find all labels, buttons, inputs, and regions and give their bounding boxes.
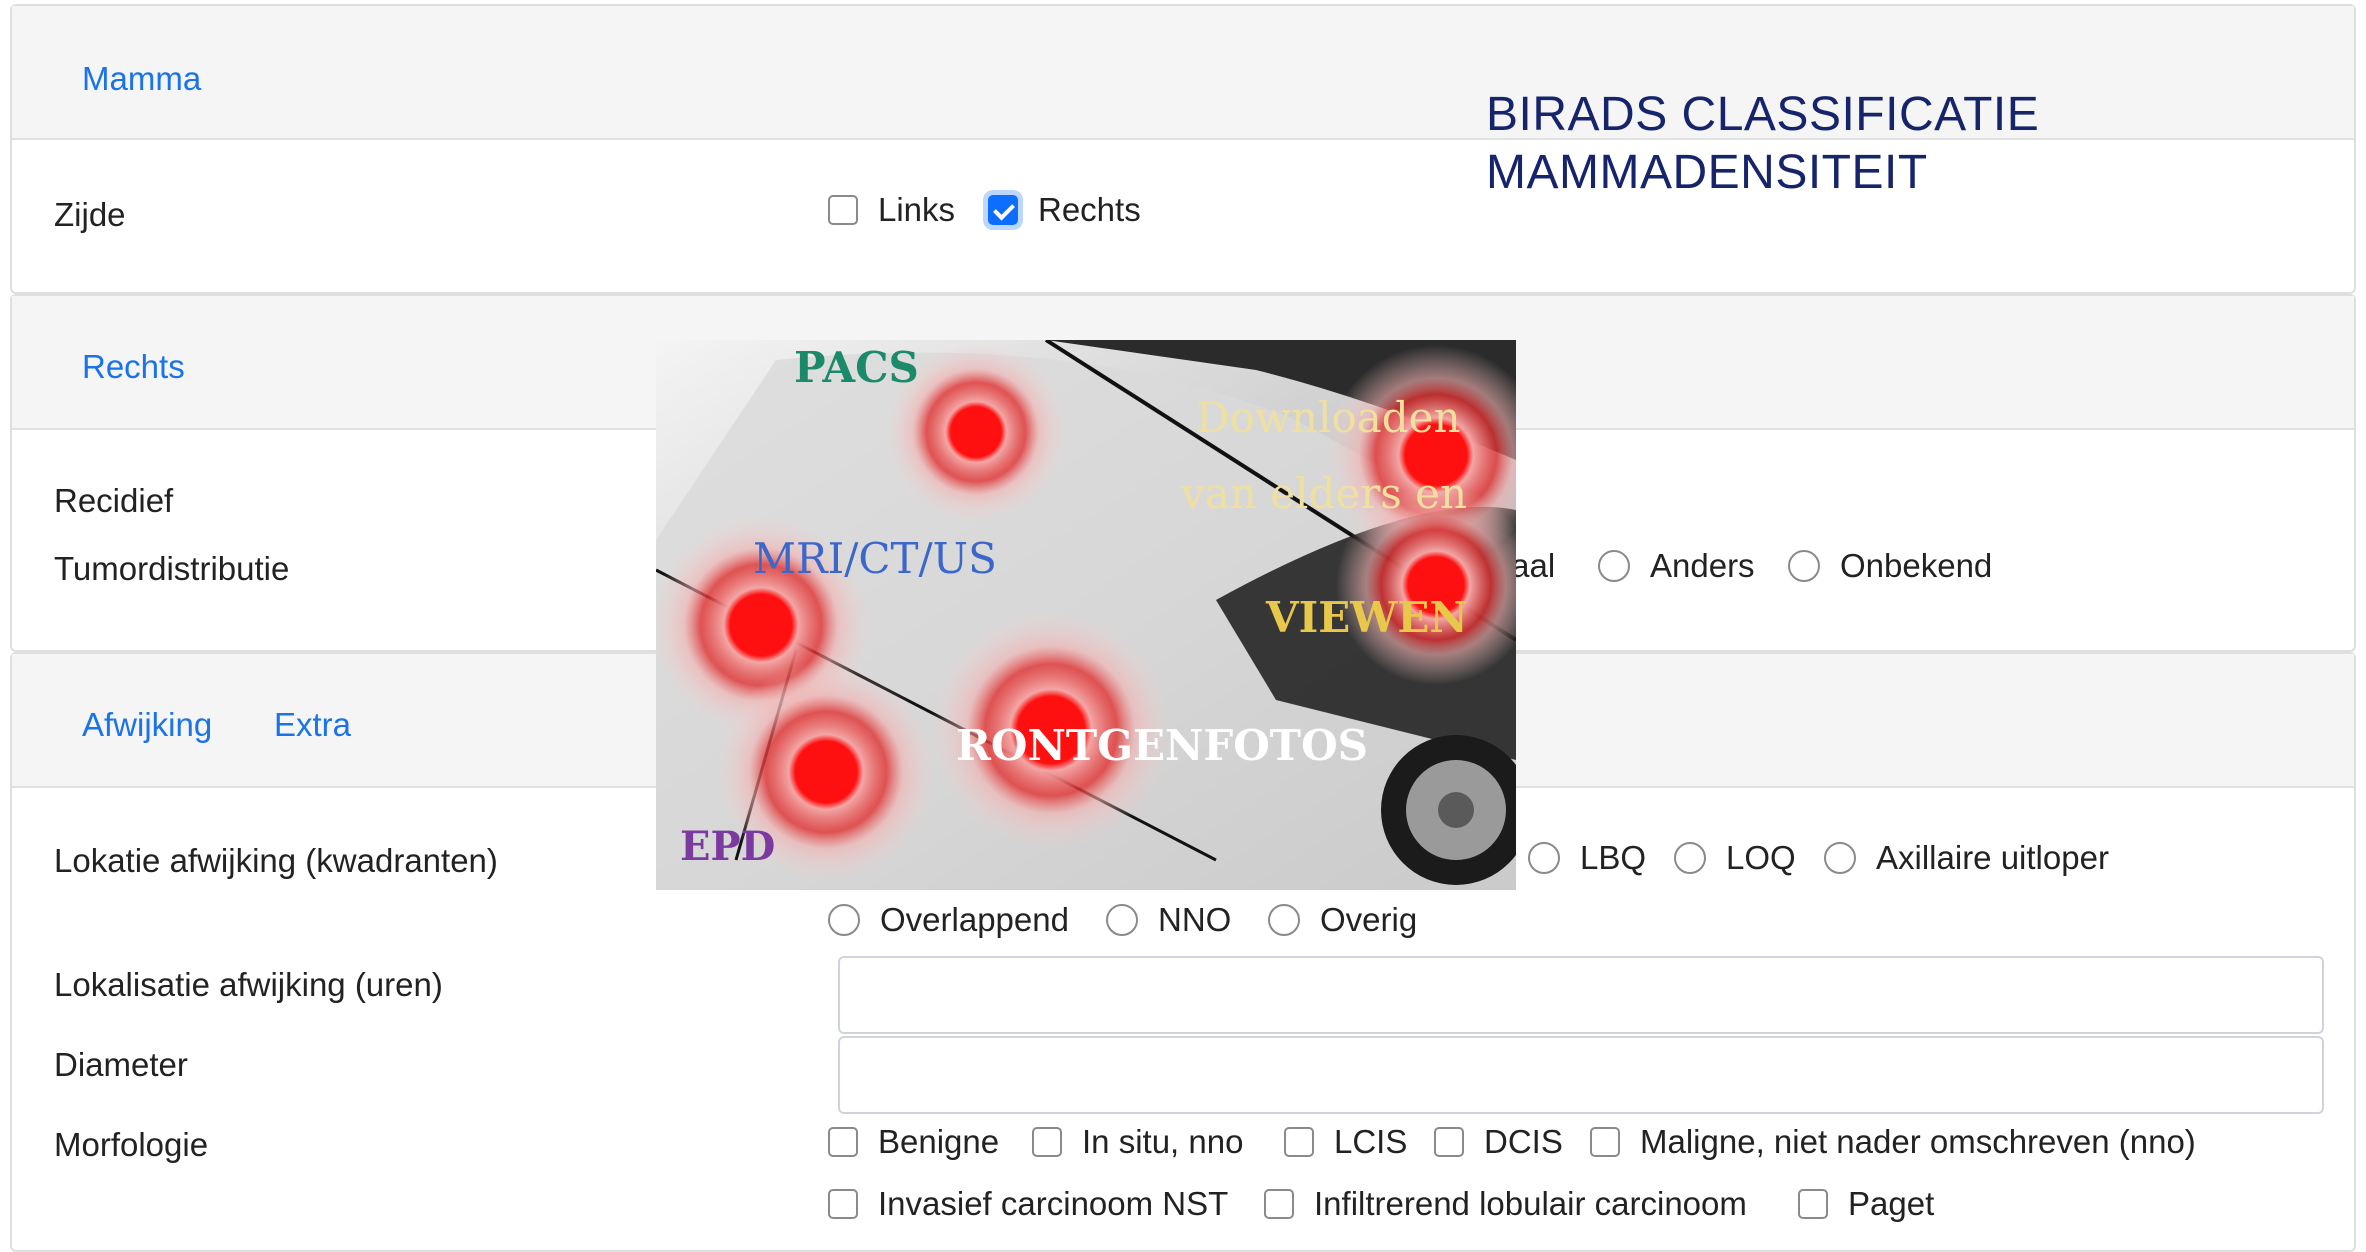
morfologie-option-invasief[interactable]: Invasief carcinoom NST bbox=[828, 1184, 1228, 1224]
tumordistributie-option-anders[interactable]: Anders bbox=[1598, 546, 1755, 586]
overlay-heading-line1: BIRADS CLASSIFICATIE bbox=[1486, 88, 2040, 141]
links-checkbox[interactable] bbox=[828, 195, 858, 225]
lokalisatie-input[interactable] bbox=[838, 956, 2324, 1034]
overlappend-label: Overlappend bbox=[880, 901, 1069, 938]
anders-label: Anders bbox=[1650, 547, 1755, 584]
ad-text-pacs: PACS bbox=[794, 343, 919, 392]
overlay-heading-line2: MAMMADENSITEIT bbox=[1486, 146, 1928, 199]
rechts-checkbox[interactable] bbox=[988, 195, 1018, 225]
overlappend-radio[interactable] bbox=[828, 904, 860, 936]
anders-radio[interactable] bbox=[1598, 550, 1630, 582]
invasief-label: Invasief carcinoom NST bbox=[878, 1185, 1229, 1222]
axillaire-label: Axillaire uitloper bbox=[1876, 839, 2109, 876]
ad-text-mri: MRI/CT/US bbox=[753, 534, 997, 583]
lobulair-label: Infiltrerend lobulair carcinoom bbox=[1314, 1185, 1747, 1222]
loq-label: LOQ bbox=[1726, 839, 1796, 876]
lobulair-checkbox[interactable] bbox=[1264, 1189, 1294, 1219]
diameter-input[interactable] bbox=[838, 1036, 2324, 1114]
ad-image-graphic: PACS Downloaden van elders en MRI/CT/US … bbox=[656, 340, 1516, 890]
nno-label: NNO bbox=[1158, 901, 1232, 938]
links-label: Links bbox=[878, 191, 956, 228]
overlay-heading: BIRADS CLASSIFICATIE MAMMADENSITEIT bbox=[1486, 86, 2039, 202]
diameter-label: Diameter bbox=[54, 1046, 188, 1083]
morfologie-option-lobulair[interactable]: Infiltrerend lobulair carcinoom bbox=[1264, 1184, 1747, 1224]
dcis-checkbox[interactable] bbox=[1434, 1127, 1464, 1157]
in-situ-checkbox[interactable] bbox=[1032, 1127, 1062, 1157]
recidief-label: Recidief bbox=[54, 482, 174, 519]
morfologie-option-lcis[interactable]: LCIS bbox=[1284, 1122, 1407, 1162]
ad-text-epd: EPD bbox=[680, 823, 775, 870]
morfologie-option-in-situ[interactable]: In situ, nno bbox=[1032, 1122, 1243, 1162]
onbekend-radio[interactable] bbox=[1788, 550, 1820, 582]
benigne-checkbox[interactable] bbox=[828, 1127, 858, 1157]
lcis-label: LCIS bbox=[1334, 1123, 1408, 1160]
tab-rechts[interactable]: Rechts bbox=[82, 350, 185, 383]
lokatie-option-axillaire[interactable]: Axillaire uitloper bbox=[1824, 838, 2109, 878]
in-situ-label: In situ, nno bbox=[1082, 1123, 1244, 1160]
maligne-label: Maligne, niet nader omschreven (nno) bbox=[1640, 1123, 2196, 1160]
lokalisatie-label: Lokalisatie afwijking (uren) bbox=[54, 966, 443, 1003]
dcis-label: DCIS bbox=[1484, 1123, 1563, 1160]
loq-radio[interactable] bbox=[1674, 842, 1706, 874]
lokatie-label: Lokatie afwijking (kwadranten) bbox=[54, 842, 498, 879]
tab-afwijking[interactable]: Afwijking bbox=[82, 708, 212, 741]
lokatie-option-overlappend[interactable]: Overlappend bbox=[828, 900, 1069, 940]
zijde-option-rechts[interactable]: Rechts bbox=[988, 190, 1141, 230]
lokatie-option-loq[interactable]: LOQ bbox=[1674, 838, 1796, 878]
nno-radio[interactable] bbox=[1106, 904, 1138, 936]
morfologie-option-benigne[interactable]: Benigne bbox=[828, 1122, 999, 1162]
paget-label: Paget bbox=[1848, 1185, 1935, 1222]
ad-text-viewen: VIEWEN bbox=[1265, 593, 1468, 642]
tab-mamma[interactable]: Mamma bbox=[82, 62, 201, 95]
zijde-option-links[interactable]: Links bbox=[828, 190, 955, 230]
tumordistributie-label: Tumordistributie bbox=[54, 550, 290, 587]
rechts-label: Rechts bbox=[1038, 191, 1141, 228]
lokatie-option-nno[interactable]: NNO bbox=[1106, 900, 1231, 940]
lcis-checkbox[interactable] bbox=[1284, 1127, 1314, 1157]
paget-checkbox[interactable] bbox=[1798, 1189, 1828, 1219]
overig-label: Overig bbox=[1320, 901, 1418, 938]
lokatie-option-lbq[interactable]: LBQ bbox=[1528, 838, 1646, 878]
axillaire-radio[interactable] bbox=[1824, 842, 1856, 874]
lbq-radio[interactable] bbox=[1528, 842, 1560, 874]
morfologie-option-maligne[interactable]: Maligne, niet nader omschreven (nno) bbox=[1590, 1122, 2196, 1162]
ad-text-van-elders: van elders en bbox=[1180, 469, 1467, 518]
morfologie-option-dcis[interactable]: DCIS bbox=[1434, 1122, 1563, 1162]
lokatie-option-overig[interactable]: Overig bbox=[1268, 900, 1417, 940]
zijde-label: Zijde bbox=[54, 196, 126, 233]
lbq-label: LBQ bbox=[1580, 839, 1647, 876]
tab-extra[interactable]: Extra bbox=[274, 708, 351, 741]
onbekend-label: Onbekend bbox=[1840, 547, 1993, 584]
maligne-checkbox[interactable] bbox=[1590, 1127, 1620, 1157]
overig-radio[interactable] bbox=[1268, 904, 1300, 936]
benigne-label: Benigne bbox=[878, 1123, 1000, 1160]
morfologie-label: Morfologie bbox=[54, 1126, 209, 1163]
ad-image[interactable]: PACS Downloaden van elders en MRI/CT/US … bbox=[656, 340, 1516, 890]
ad-text-rontgen: RONTGENFOTOS bbox=[956, 721, 1368, 770]
invasief-checkbox[interactable] bbox=[828, 1189, 858, 1219]
ad-text-downloaden: Downloaden bbox=[1196, 393, 1461, 442]
morfologie-option-paget[interactable]: Paget bbox=[1798, 1184, 1934, 1224]
tumordistributie-option-onbekend[interactable]: Onbekend bbox=[1788, 546, 1992, 586]
